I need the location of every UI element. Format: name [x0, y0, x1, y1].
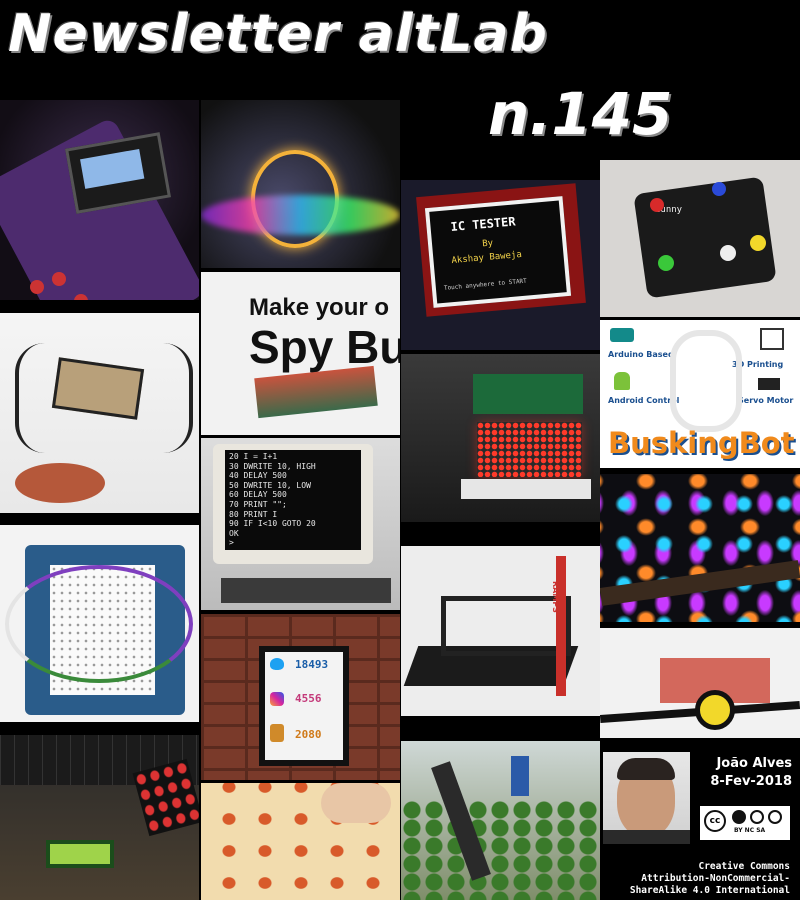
- tile-busking-bot: Arduino Based Android Control 3D Printin…: [600, 320, 800, 468]
- wires: [5, 565, 193, 683]
- tile-robot-arm: [401, 741, 600, 900]
- tile-game-console: [0, 100, 199, 300]
- drum-arms: [670, 330, 742, 432]
- robot-legs: [15, 343, 193, 453]
- lcd-display: [46, 840, 114, 868]
- spy-bug-line1: Make your o: [249, 294, 390, 321]
- sa-icon: [768, 810, 782, 824]
- counter-frame: 18493 4556 2080: [259, 646, 349, 766]
- hair: [617, 758, 675, 780]
- cc-badge-sub: BY NC SA: [734, 827, 766, 834]
- hand: [321, 783, 391, 823]
- license-text: Creative Commons Attribution-NonCommerci…: [600, 861, 790, 897]
- servo-motor-label: Servo Motor: [738, 396, 794, 405]
- robot-icon: [270, 724, 284, 742]
- android-icon: [614, 372, 630, 390]
- arduino-based-label: Arduino Based: [608, 350, 674, 359]
- spy-bug-line2: Spy Bu: [249, 321, 400, 373]
- knob-red: [650, 198, 664, 212]
- red-buttons: [30, 280, 44, 294]
- keypad: [132, 758, 199, 837]
- knob-white: [720, 245, 736, 261]
- author-photo: [603, 752, 690, 844]
- android-control-label: Android Control: [608, 396, 680, 405]
- tile-ic-tester: IC TESTER By Akshay Baweja Touch anywher…: [401, 180, 600, 350]
- tile-led-matrix: [401, 354, 600, 522]
- cc-license-badge: cc BY NC SA: [698, 804, 792, 842]
- tile-plotter: RAMPS: [401, 546, 600, 716]
- issue-number: n.145: [488, 80, 673, 148]
- newsletter-title: Newsletter altLab: [8, 4, 548, 64]
- cc-icon: cc: [704, 810, 726, 832]
- nc-icon: [750, 810, 764, 824]
- light-trails: [201, 195, 400, 235]
- arduino-logo: [610, 328, 634, 342]
- tile-spy-bug: Make your o Spy Bu: [201, 272, 400, 435]
- shirt: [603, 830, 690, 844]
- penny-coin: [15, 463, 105, 503]
- printer-icon: [760, 328, 784, 350]
- busking-bot-logo: BuskingBot: [608, 426, 795, 460]
- by-icon: [732, 810, 746, 824]
- license-line-3: ShareAlike 4.0 International: [629, 885, 790, 896]
- tile-rgb-leds: [600, 474, 800, 622]
- author-name: João Alves: [716, 756, 792, 771]
- tester-title: IC TESTER: [450, 214, 517, 235]
- tile-robot-car: [600, 628, 800, 738]
- tile-tunny-box: tunny: [600, 160, 800, 317]
- tile-light-painting: [201, 100, 400, 268]
- knob-green: [658, 255, 674, 271]
- tile-led-strips: [201, 783, 400, 900]
- knob-yellow: [750, 235, 766, 251]
- author-block: João Alves 8-Fev-2018: [700, 755, 792, 791]
- twitter-icon: [270, 658, 284, 670]
- other-count: 2080: [295, 728, 322, 741]
- instagram-count: 4556: [295, 692, 322, 705]
- tester-by: By: [481, 238, 494, 250]
- tile-keypad-lcd: [0, 735, 199, 900]
- author-date: 8-Fev-2018: [710, 774, 792, 789]
- base-plate: [461, 479, 591, 499]
- arm-motor: [511, 756, 529, 796]
- tile-basic-monitor: 20 I = I+1 30 DWRITE 10, HIGH 40 DELAY 5…: [201, 438, 400, 610]
- tile-social-counter: 18493 4556 2080: [201, 614, 400, 780]
- license-line-1: Creative Commons: [698, 861, 790, 872]
- knob-blue: [712, 182, 726, 196]
- tile-arduino-breadboard: [0, 525, 199, 722]
- led-display: [477, 422, 582, 477]
- car-wheel: [695, 690, 735, 730]
- instagram-icon: [270, 692, 284, 706]
- crt-screen: 20 I = I+1 30 DWRITE 10, HIGH 40 DELAY 5…: [225, 450, 361, 550]
- plotter-pole: [556, 556, 566, 696]
- tester-author: Akshay Baweja: [451, 249, 523, 267]
- desk-board: [221, 578, 391, 603]
- tester-hint: Touch anywhere to START: [443, 277, 528, 292]
- tile-hexapod-robot: [0, 313, 199, 513]
- servo-icon: [758, 378, 780, 390]
- tester-screen: IC TESTER By Akshay Baweja Touch anywher…: [424, 196, 572, 308]
- twitter-count: 18493: [295, 658, 329, 671]
- plants: [401, 801, 600, 900]
- license-line-2: Attribution-NonCommercial-: [641, 873, 790, 884]
- arduino-board: [473, 374, 583, 414]
